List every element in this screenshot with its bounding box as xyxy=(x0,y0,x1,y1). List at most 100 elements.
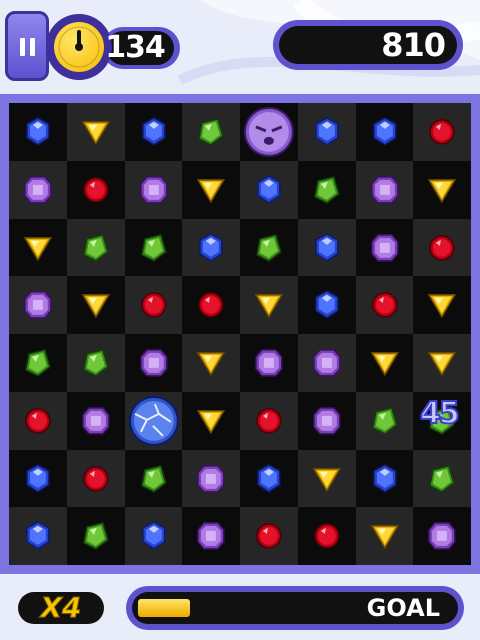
blue-gem[interactable] xyxy=(298,219,356,277)
blue-gem[interactable] xyxy=(182,219,240,277)
board-cell xyxy=(297,449,356,508)
board-cell xyxy=(9,391,67,450)
red-gem[interactable] xyxy=(356,276,414,334)
board-cell xyxy=(182,507,240,565)
blue-gem[interactable] xyxy=(125,103,183,161)
green-gem[interactable] xyxy=(240,219,298,277)
purple-gem[interactable] xyxy=(9,161,67,219)
red-gem[interactable] xyxy=(67,450,125,508)
board-cell xyxy=(413,218,471,277)
yellow-gem[interactable] xyxy=(356,507,414,565)
blue-gem[interactable] xyxy=(240,450,298,508)
blue-gem[interactable] xyxy=(298,276,356,334)
board-cell xyxy=(240,449,298,508)
red-gem[interactable] xyxy=(240,507,298,565)
red-gem[interactable] xyxy=(413,103,471,161)
green-gem[interactable] xyxy=(67,507,125,565)
blue-cracked-gem[interactable] xyxy=(125,392,183,450)
board-cell xyxy=(182,391,240,450)
green-gem[interactable] xyxy=(298,161,356,219)
purple-face-gem[interactable] xyxy=(240,103,298,161)
green-gem[interactable] xyxy=(67,334,125,392)
yellow-gem[interactable] xyxy=(182,334,240,392)
purple-gem[interactable] xyxy=(182,450,240,508)
board-cell xyxy=(182,449,240,508)
blue-gem[interactable] xyxy=(9,103,67,161)
board-cell xyxy=(297,276,356,334)
board-cell xyxy=(240,218,298,277)
board-cell xyxy=(66,276,125,334)
green-gem[interactable] xyxy=(125,450,183,508)
board-cell xyxy=(9,276,67,334)
board-cell xyxy=(297,334,356,392)
red-gem[interactable] xyxy=(413,219,471,277)
red-gem[interactable] xyxy=(182,276,240,334)
board-cell xyxy=(66,334,125,392)
yellow-gem[interactable] xyxy=(413,276,471,334)
purple-gem[interactable] xyxy=(298,392,356,450)
blue-gem[interactable] xyxy=(125,507,183,565)
blue-gem[interactable] xyxy=(356,103,414,161)
board-cell xyxy=(9,507,67,565)
board-cell xyxy=(355,218,414,277)
purple-gem[interactable] xyxy=(182,507,240,565)
yellow-gem[interactable] xyxy=(356,334,414,392)
score-display: 810 xyxy=(273,20,463,70)
purple-gem[interactable] xyxy=(125,161,183,219)
green-gem[interactable] xyxy=(182,103,240,161)
board-cell xyxy=(124,103,183,161)
green-gem[interactable] xyxy=(9,334,67,392)
combo-popup: 45 xyxy=(419,395,461,432)
yellow-gem[interactable] xyxy=(413,161,471,219)
purple-gem[interactable] xyxy=(67,392,125,450)
yellow-gem[interactable] xyxy=(182,392,240,450)
board-cell xyxy=(124,449,183,508)
goal-meter: GOAL xyxy=(126,586,464,630)
purple-gem[interactable] xyxy=(240,334,298,392)
goal-label: GOAL xyxy=(366,594,440,622)
score-value: 810 xyxy=(381,26,446,64)
board-cell xyxy=(413,103,471,161)
blue-gem[interactable] xyxy=(298,103,356,161)
purple-gem[interactable] xyxy=(356,161,414,219)
yellow-gem[interactable] xyxy=(67,276,125,334)
yellow-gem[interactable] xyxy=(413,334,471,392)
board-cell xyxy=(182,276,240,334)
board-cell xyxy=(124,276,183,334)
board-cell xyxy=(124,507,183,565)
red-gem[interactable] xyxy=(298,507,356,565)
yellow-gem[interactable] xyxy=(240,276,298,334)
red-gem[interactable] xyxy=(240,392,298,450)
board-cell xyxy=(240,160,298,219)
board-cell xyxy=(413,334,471,392)
yellow-gem[interactable] xyxy=(182,161,240,219)
yellow-gem[interactable] xyxy=(67,103,125,161)
blue-gem[interactable] xyxy=(240,161,298,219)
blue-gem[interactable] xyxy=(9,507,67,565)
board-cell xyxy=(124,334,183,392)
board-cell xyxy=(182,103,240,161)
purple-gem[interactable] xyxy=(413,507,471,565)
green-gem[interactable] xyxy=(413,450,471,508)
yellow-gem[interactable] xyxy=(298,450,356,508)
green-gem[interactable] xyxy=(125,219,183,277)
board-cell xyxy=(66,449,125,508)
purple-gem[interactable] xyxy=(356,219,414,277)
purple-gem[interactable] xyxy=(9,276,67,334)
red-gem[interactable] xyxy=(67,161,125,219)
board-cell xyxy=(297,103,356,161)
board-cell xyxy=(355,160,414,219)
green-gem[interactable] xyxy=(67,219,125,277)
red-gem[interactable] xyxy=(9,392,67,450)
green-gem[interactable] xyxy=(356,392,414,450)
board-cell xyxy=(66,391,125,450)
board-cell xyxy=(66,507,125,565)
board-cell xyxy=(240,103,298,161)
purple-gem[interactable] xyxy=(298,334,356,392)
board-cell xyxy=(124,218,183,277)
blue-gem[interactable] xyxy=(356,450,414,508)
blue-gem[interactable] xyxy=(9,450,67,508)
purple-gem[interactable] xyxy=(125,334,183,392)
yellow-gem[interactable] xyxy=(9,219,67,277)
red-gem[interactable] xyxy=(125,276,183,334)
